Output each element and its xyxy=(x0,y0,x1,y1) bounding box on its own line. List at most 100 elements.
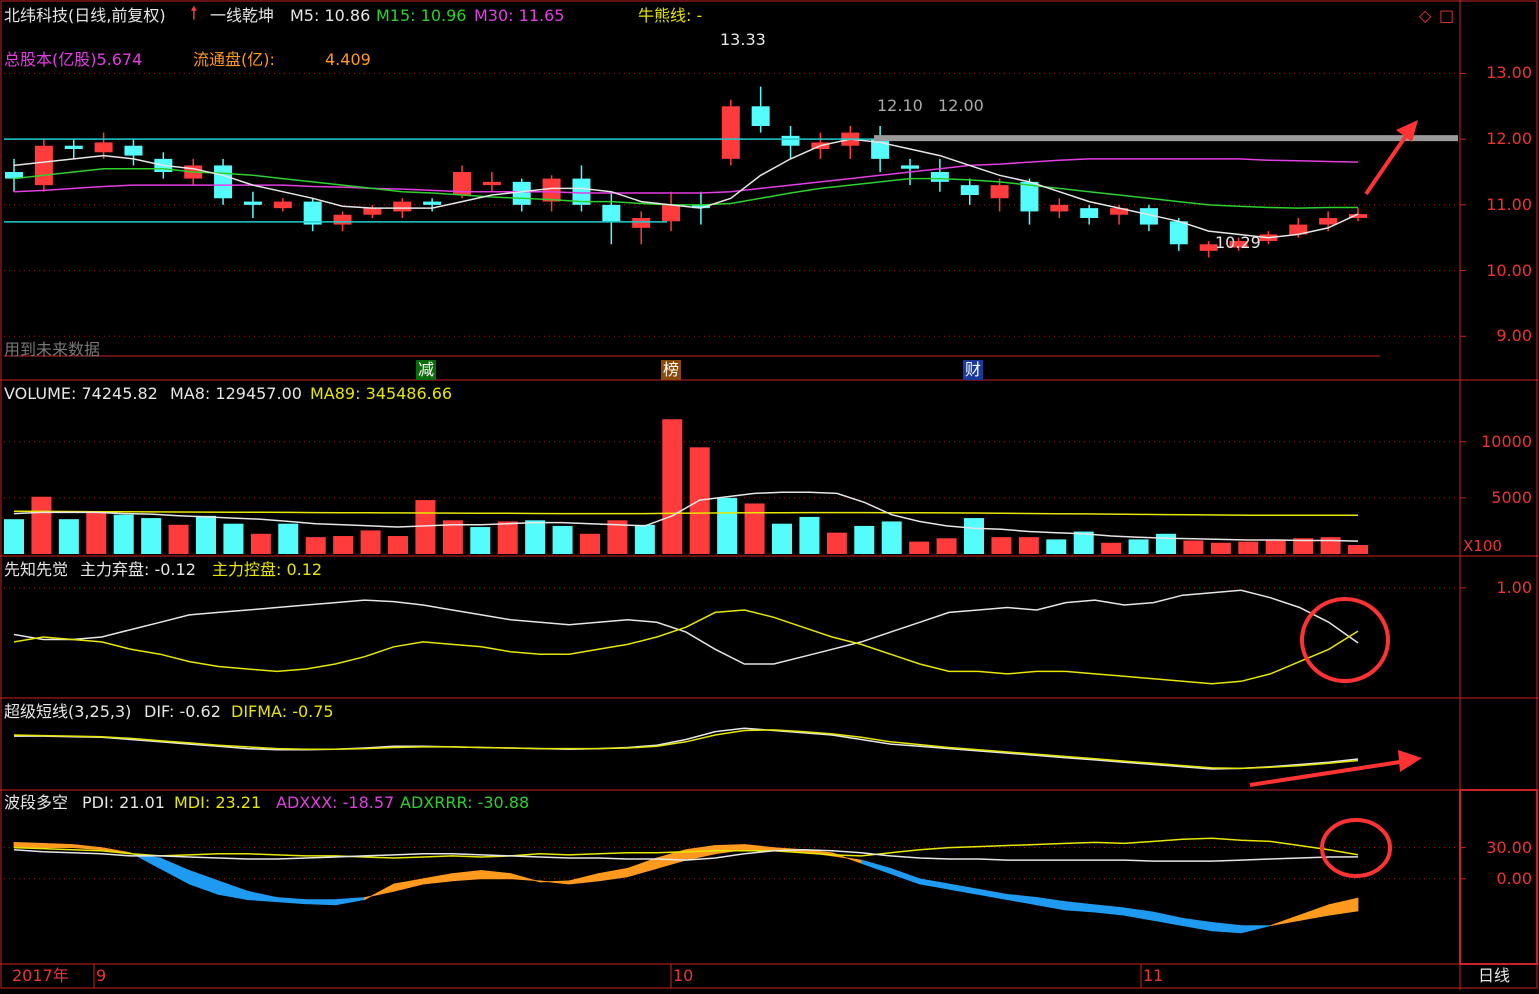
xzxj-control-line xyxy=(13,609,1359,685)
candle-body-9 xyxy=(273,201,292,209)
footer-month-9: 9 xyxy=(96,966,107,985)
period-tab[interactable]: 日线 xyxy=(1478,966,1510,986)
volume-bar-11 xyxy=(305,537,326,554)
volume-bar-45 xyxy=(1238,541,1259,554)
candle-body-8 xyxy=(243,201,262,205)
volume-bar-18 xyxy=(497,521,518,554)
diamond-icon[interactable]: ◇ xyxy=(1419,6,1431,26)
volume-bar-32 xyxy=(881,521,902,554)
red-arrow-right-shaft xyxy=(1249,760,1401,787)
y-tick-label-0-1: 12.00 xyxy=(1486,129,1532,149)
volume-bar-15 xyxy=(415,500,436,554)
stock-chart-window: 北纬科技(日线,前复权) 🠕 一线乾坤 M5: 10.86 M15: 10.96… xyxy=(0,0,1539,990)
volume-bar-24 xyxy=(662,419,683,554)
high-price-label: 13.33 xyxy=(720,30,766,49)
adx-ribbon-17 xyxy=(510,873,541,883)
candle-body-16 xyxy=(482,181,501,186)
flag-ranking[interactable]: 榜 xyxy=(661,360,682,380)
candle-body-26 xyxy=(781,135,800,146)
volume-bar-29 xyxy=(799,516,820,554)
volume-bar-21 xyxy=(580,533,600,554)
adx-ribbon-8 xyxy=(247,890,278,903)
xzxj-name: 先知先觉 xyxy=(4,560,69,579)
candle-body-44 xyxy=(1319,218,1338,225)
candle-body-3 xyxy=(94,142,113,153)
adx-ribbon-25 xyxy=(744,844,775,851)
candle-body-35 xyxy=(1050,204,1069,212)
volume-bar-0 xyxy=(4,519,24,554)
volume-bar-44 xyxy=(1210,542,1231,554)
bull-bear-label: 牛熊线: - xyxy=(638,6,703,25)
bdjk-name: 波段多空 xyxy=(4,793,69,812)
volume-unit: X100 xyxy=(1463,537,1502,555)
volume-bar-26 xyxy=(717,497,738,554)
volume-bar-27 xyxy=(744,503,765,554)
footer-month-11: 11 xyxy=(1143,966,1164,985)
adx-ribbon-35 xyxy=(1036,897,1067,911)
candle-body-17 xyxy=(512,181,531,205)
volume-value: VOLUME: 74245.82 xyxy=(4,384,158,403)
candle-body-18 xyxy=(542,178,561,202)
adx-ribbon-15 xyxy=(451,870,482,882)
volume-bar-41 xyxy=(1128,539,1149,554)
volume-bar-35 xyxy=(964,518,984,554)
candle-body-24 xyxy=(721,106,740,159)
adx-ribbon-30 xyxy=(890,867,921,885)
adx-ribbon-12 xyxy=(364,883,395,901)
y-tick-label-1-0: 10000 xyxy=(1481,431,1532,451)
volume-bar-38 xyxy=(1046,539,1067,554)
volume-ma89-line xyxy=(13,510,1358,517)
candle-body-1 xyxy=(34,145,53,186)
level-label-1: 12.10 xyxy=(877,96,923,115)
chart-canvas[interactable] xyxy=(0,0,1539,990)
adx-ribbon-14 xyxy=(422,873,453,885)
adx-ribbon-39 xyxy=(1153,911,1184,927)
indicator-name: 一线乾坤 xyxy=(210,6,275,25)
candle-body-32 xyxy=(960,185,979,195)
bdjk-pdi: PDI: 21.01 xyxy=(82,793,165,812)
candle-body-22 xyxy=(662,204,681,222)
volume-bar-3 xyxy=(86,512,107,554)
volume-bar-33 xyxy=(909,541,930,554)
volume-bar-19 xyxy=(525,520,546,554)
y-tick-label-4-1: 0.00 xyxy=(1496,868,1532,888)
candle-body-20 xyxy=(602,204,621,222)
candle-body-11 xyxy=(333,214,352,225)
candle-body-2 xyxy=(64,145,83,149)
volume-bar-34 xyxy=(936,538,957,554)
adx-ribbon-29 xyxy=(860,859,891,875)
cjdx-dif: DIF: -0.62 xyxy=(144,702,221,721)
bdjk-mdi: MDI: 23.21 xyxy=(174,793,262,812)
volume-ma8: MA8: 129457.00 xyxy=(170,384,302,403)
stock-title: 北纬科技(日线,前复权) xyxy=(4,6,166,25)
candle-body-4 xyxy=(124,145,143,156)
flag-finance[interactable]: 财 xyxy=(963,360,984,380)
volume-bar-9 xyxy=(250,533,271,554)
ma15-label: M15: 10.96 xyxy=(376,6,467,25)
adx-ribbon-24 xyxy=(714,844,745,855)
y-tick-label-4-0: 30.00 xyxy=(1486,837,1532,857)
candle-body-30 xyxy=(901,165,919,169)
candle-body-12 xyxy=(363,208,382,215)
volume-bar-49 xyxy=(1348,545,1368,554)
volume-bar-5 xyxy=(141,518,162,554)
adx-ribbon-41 xyxy=(1211,922,1242,934)
candle-body-36 xyxy=(1080,208,1099,218)
volume-bar-2 xyxy=(58,519,79,554)
total-shares-label: 总股本(亿股)5.674 xyxy=(4,50,143,69)
adx-ribbon-16 xyxy=(481,870,512,880)
candle-body-14 xyxy=(423,201,442,205)
adx-ribbon-6 xyxy=(188,869,219,895)
y-tick-label-0-0: 13.00 xyxy=(1486,63,1532,83)
flag-reduce[interactable]: 减 xyxy=(416,360,437,380)
volume-bar-31 xyxy=(854,525,875,554)
volume-bar-42 xyxy=(1156,533,1176,554)
cjdx-difma: DIFMA: -0.75 xyxy=(231,702,334,721)
red-arrow-right-head xyxy=(1398,750,1422,772)
candle-body-31 xyxy=(930,172,949,182)
y-tick-label-0-3: 10.00 xyxy=(1486,260,1532,280)
y-tick-label-2-0: 1.00 xyxy=(1496,577,1532,597)
window-restore-icon[interactable]: □ xyxy=(1439,6,1454,26)
cjdx-name: 超级短线(3,25,3) xyxy=(4,702,132,721)
adx-ribbon-32 xyxy=(948,883,979,895)
